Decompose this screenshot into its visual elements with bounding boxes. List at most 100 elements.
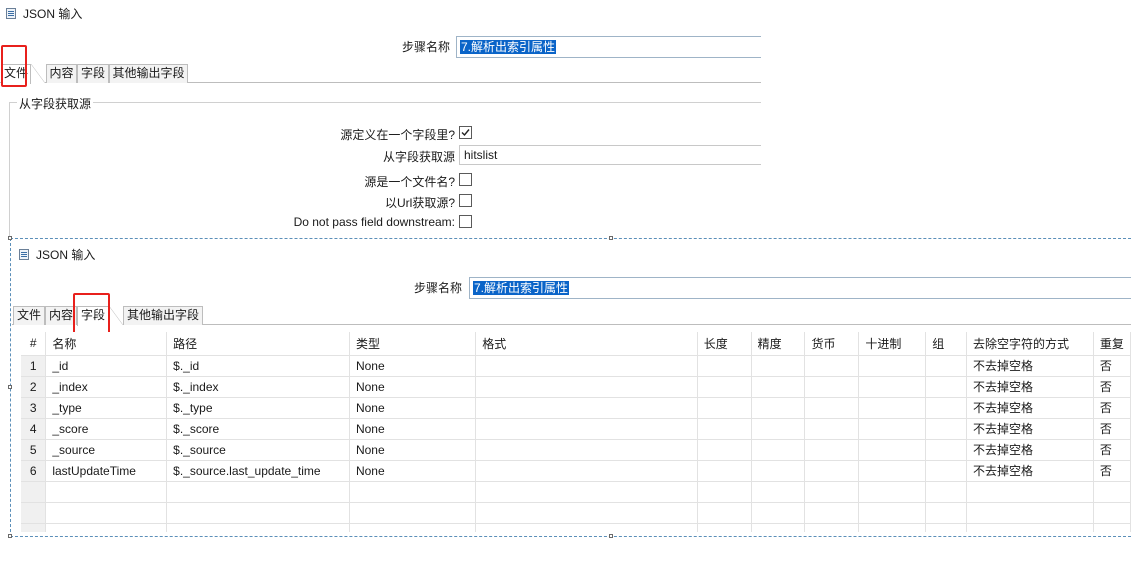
cell-decimal[interactable] [858, 397, 927, 419]
col-header-precision[interactable]: 精度 [751, 332, 806, 356]
empty-cell[interactable] [966, 523, 1094, 532]
get-source-from-input[interactable]: hitslist [459, 145, 761, 165]
empty-cell[interactable] [966, 481, 1094, 503]
cell-currency[interactable] [804, 418, 860, 440]
table-row[interactable]: 3 _type $._type None 不去掉空格否 [21, 397, 1131, 419]
col-header-name[interactable]: 名称 [45, 332, 168, 356]
table-row[interactable]: 5 _source $._source None 不去掉空格否 [21, 439, 1131, 461]
col-header-format[interactable]: 格式 [475, 332, 698, 356]
table-row[interactable]: 4 _score $._score None 不去掉空格否 [21, 418, 1131, 440]
cell-length[interactable] [697, 439, 752, 461]
empty-cell[interactable] [349, 523, 477, 532]
col-header-group[interactable]: 组 [925, 332, 968, 356]
empty-cell[interactable] [858, 502, 927, 524]
cell-index[interactable]: 4 [21, 418, 47, 440]
cell-repeat[interactable]: 否 [1093, 376, 1131, 398]
col-header-length[interactable]: 长度 [697, 332, 752, 356]
table-row-empty[interactable] [21, 523, 1131, 532]
cell-name[interactable]: _index [45, 376, 168, 398]
empty-cell[interactable] [925, 523, 968, 532]
cell-path[interactable]: $._index [166, 376, 350, 398]
cell-trim-type[interactable]: 不去掉空格 [966, 460, 1094, 482]
resize-handle-bc[interactable] [609, 534, 613, 538]
cell-type[interactable]: None [349, 418, 477, 440]
cell-index[interactable]: 5 [21, 439, 47, 461]
cell-path[interactable]: $._id [166, 355, 350, 377]
col-header-decimal[interactable]: 十进制 [858, 332, 927, 356]
resize-handle-tl[interactable] [8, 236, 12, 240]
top-tab-other-output[interactable]: 其他输出字段 [109, 64, 188, 83]
cell-length[interactable] [697, 397, 752, 419]
cell-decimal[interactable] [858, 376, 927, 398]
cell-group[interactable] [925, 397, 968, 419]
cell-type[interactable]: None [349, 376, 477, 398]
cell-length[interactable] [697, 418, 752, 440]
empty-cell[interactable] [1093, 523, 1131, 532]
empty-cell[interactable] [166, 481, 350, 503]
table-row[interactable]: 6 lastUpdateTime $._source.last_update_tim… [21, 460, 1131, 482]
cell-group[interactable] [925, 355, 968, 377]
cell-format[interactable] [475, 460, 698, 482]
cell-group[interactable] [925, 376, 968, 398]
cell-path[interactable]: $._type [166, 397, 350, 419]
table-row-empty[interactable] [21, 481, 1131, 503]
top-step-name-input[interactable]: 7.解析出索引属性 [456, 36, 761, 58]
cell-decimal[interactable] [858, 355, 927, 377]
bottom-tab-other-output[interactable]: 其他输出字段 [123, 306, 203, 325]
cell-currency[interactable] [804, 355, 860, 377]
empty-cell[interactable] [166, 523, 350, 532]
cell-trim-type[interactable]: 不去掉空格 [966, 355, 1094, 377]
cell-index[interactable]: 3 [21, 397, 47, 419]
empty-cell[interactable] [475, 523, 698, 532]
cell-index[interactable]: 6 [21, 460, 47, 482]
cell-name[interactable]: lastUpdateTime [45, 460, 168, 482]
cell-decimal[interactable] [858, 418, 927, 440]
cell-type[interactable]: None [349, 397, 477, 419]
top-tab-content[interactable]: 内容 [46, 64, 77, 83]
empty-cell[interactable] [475, 481, 698, 503]
empty-cell[interactable] [858, 523, 927, 532]
cell-type[interactable]: None [349, 355, 477, 377]
cell-repeat[interactable]: 否 [1093, 460, 1131, 482]
cell-precision[interactable] [751, 460, 806, 482]
cell-name[interactable]: _type [45, 397, 168, 419]
cell-type[interactable]: None [349, 460, 477, 482]
cell-currency[interactable] [804, 376, 860, 398]
col-header-repeat[interactable]: 重复 [1093, 332, 1131, 356]
empty-cell[interactable] [166, 502, 350, 524]
empty-cell[interactable] [751, 523, 806, 532]
empty-cell[interactable] [804, 523, 860, 532]
empty-cell[interactable] [804, 481, 860, 503]
cell-precision[interactable] [751, 439, 806, 461]
top-tab-fields[interactable]: 字段 [77, 64, 109, 83]
cell-format[interactable] [475, 397, 698, 419]
empty-cell[interactable] [697, 502, 752, 524]
cell-trim-type[interactable]: 不去掉空格 [966, 439, 1094, 461]
empty-cell[interactable] [45, 523, 168, 532]
col-header-index[interactable]: # [21, 332, 47, 356]
cell-precision[interactable] [751, 418, 806, 440]
cell-name[interactable]: _score [45, 418, 168, 440]
resize-handle-bl[interactable] [8, 534, 12, 538]
cell-currency[interactable] [804, 439, 860, 461]
cell-group[interactable] [925, 439, 968, 461]
cell-currency[interactable] [804, 460, 860, 482]
col-header-currency[interactable]: 货币 [804, 332, 860, 356]
cell-repeat[interactable]: 否 [1093, 355, 1131, 377]
cell-format[interactable] [475, 418, 698, 440]
table-row[interactable]: 2 _index $._index None 不去掉空格否 [21, 376, 1131, 398]
cell-index[interactable]: 2 [21, 376, 47, 398]
resize-handle-tc[interactable] [609, 236, 613, 240]
empty-cell[interactable] [21, 502, 47, 524]
cell-repeat[interactable]: 否 [1093, 418, 1131, 440]
table-row-empty[interactable] [21, 502, 1131, 524]
cell-decimal[interactable] [858, 460, 927, 482]
col-header-path[interactable]: 路径 [166, 332, 350, 356]
empty-cell[interactable] [45, 502, 168, 524]
cell-format[interactable] [475, 376, 698, 398]
cell-group[interactable] [925, 418, 968, 440]
cell-path[interactable]: $._source.last_update_time [166, 460, 350, 482]
cell-index[interactable]: 1 [21, 355, 47, 377]
col-header-trim-type[interactable]: 去除空字符的方式 [966, 332, 1094, 356]
empty-cell[interactable] [966, 502, 1094, 524]
